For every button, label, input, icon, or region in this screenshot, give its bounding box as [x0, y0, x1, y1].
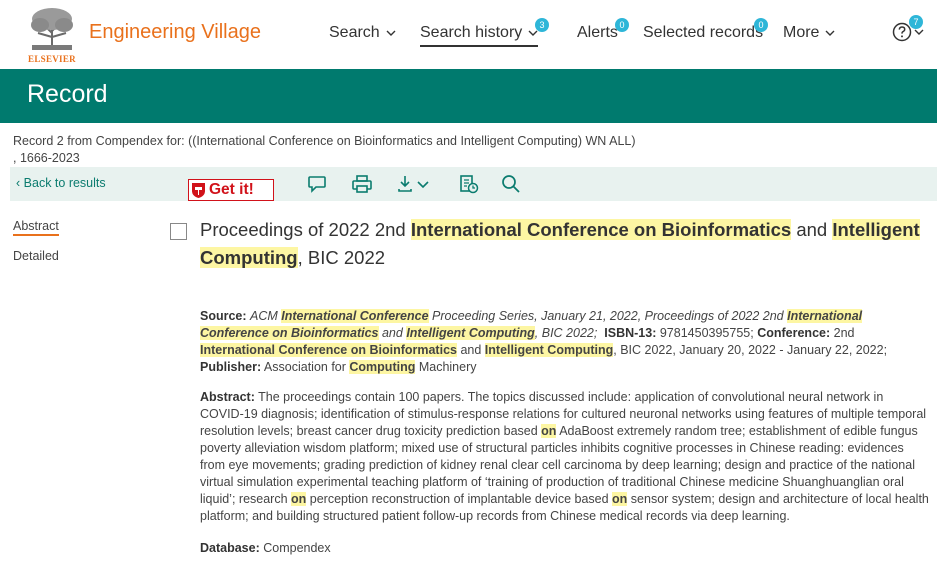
- elsevier-logo[interactable]: ELSEVIER: [25, 7, 79, 64]
- back-to-results-link[interactable]: ‹ Back to results: [16, 176, 106, 190]
- title-highlight: International Conference on Bioinformati…: [410, 219, 792, 240]
- page-header-band: Record: [0, 69, 937, 123]
- source-label: Source:: [200, 309, 247, 323]
- top-navigation: ELSEVIER Engineering Village Search Sear…: [0, 0, 937, 69]
- chevron-down-icon: [914, 29, 924, 35]
- search-history-count-badge: 3: [535, 18, 549, 32]
- isbn-value: 9781450395755;: [659, 326, 754, 340]
- publisher-text: Association for: [263, 360, 350, 374]
- nav-alerts[interactable]: Alerts: [577, 24, 618, 42]
- conference-text: , BIC 2022, January 20, 2022 - January 2…: [613, 343, 888, 357]
- nav-search-label: Search: [329, 24, 380, 41]
- select-record-checkbox[interactable]: [170, 223, 187, 240]
- nav-search-history-label: Search history: [420, 24, 523, 41]
- save-to-folder-icon[interactable]: [458, 173, 480, 195]
- chevron-down-icon: [825, 30, 835, 36]
- tree-logo-icon: [28, 7, 76, 51]
- help-count-badge: 7: [909, 15, 923, 29]
- chevron-left-icon: ‹: [16, 176, 21, 190]
- nav-search[interactable]: Search: [329, 24, 396, 42]
- conference-text: 2nd: [833, 326, 855, 340]
- source-text: ACM: [250, 309, 282, 323]
- record-toolbar: ‹ Back to results Get it!: [10, 167, 937, 201]
- get-it-button[interactable]: Get it!: [188, 179, 274, 201]
- conference-highlight: Intelligent Computing: [484, 343, 614, 357]
- source-highlight: International Conference: [281, 309, 429, 323]
- source-text: , BIC 2022;: [534, 326, 598, 340]
- brand-name[interactable]: Engineering Village: [89, 21, 261, 44]
- title-text: , BIC 2022: [297, 247, 386, 268]
- shield-icon: [192, 182, 205, 198]
- conference-text: and: [456, 343, 485, 357]
- nav-more[interactable]: More: [783, 24, 835, 42]
- publisher-highlight: Computing: [349, 360, 416, 374]
- source-text: and: [378, 326, 407, 340]
- page-title: Record: [27, 80, 108, 108]
- logo-wordmark: ELSEVIER: [28, 54, 76, 64]
- record-query-line-1: Record 2 from Compendex for: ((Internati…: [13, 134, 636, 148]
- title-text: and: [791, 219, 833, 240]
- selected-records-count-badge: 0: [754, 18, 768, 32]
- nav-alerts-label: Alerts: [577, 24, 618, 41]
- title-text: Proceedings of 2022 2nd: [200, 219, 411, 240]
- source-text: Proceeding Series, January 21, 2022,: [428, 309, 645, 323]
- conference-label: Conference:: [757, 326, 831, 340]
- back-to-results-label: Back to results: [23, 176, 106, 190]
- download-icon[interactable]: [396, 173, 436, 195]
- record-database: Database: Compendex: [200, 540, 930, 557]
- alerts-count-badge: 0: [615, 18, 629, 32]
- nav-search-history[interactable]: Search history: [420, 24, 539, 47]
- abstract-highlight: on: [612, 492, 628, 506]
- record-abstract: Abstract: The proceedings contain 100 pa…: [200, 389, 930, 525]
- publisher-label: Publisher:: [200, 360, 262, 374]
- tab-abstract[interactable]: Abstract: [13, 219, 59, 236]
- search-icon[interactable]: [500, 173, 522, 195]
- print-icon[interactable]: [351, 173, 373, 195]
- conference-highlight: International Conference on Bioinformati…: [200, 343, 457, 357]
- get-it-label: Get it!: [209, 181, 254, 198]
- tab-detailed[interactable]: Detailed: [13, 249, 59, 263]
- abstract-highlight: on: [541, 424, 557, 438]
- source-text: Proceedings of 2022 2nd: [644, 309, 788, 323]
- abstract-highlight: on: [291, 492, 307, 506]
- database-value: Compendex: [263, 541, 331, 555]
- record-source: Source: ACM International Conference Pro…: [200, 308, 930, 376]
- nav-selected-records[interactable]: Selected records: [643, 24, 763, 42]
- record-title[interactable]: Proceedings of 2022 2nd International Co…: [200, 216, 928, 272]
- chevron-down-icon: [528, 30, 538, 36]
- publisher-text: Machinery: [415, 360, 477, 374]
- comment-icon[interactable]: [306, 173, 328, 195]
- record-query-info: Record 2 from Compendex for: ((Internati…: [13, 133, 693, 167]
- abstract-text: perception reconstruction of implantable…: [306, 492, 613, 506]
- nav-more-label: More: [783, 24, 820, 41]
- nav-selected-records-label: Selected records: [643, 24, 764, 41]
- source-highlight: Intelligent Computing: [406, 326, 535, 340]
- chevron-down-icon: [386, 30, 396, 36]
- database-label: Database:: [200, 541, 260, 555]
- record-query-line-2: , 1666-2023: [13, 151, 80, 165]
- isbn-label: ISBN-13:: [604, 326, 657, 340]
- abstract-label: Abstract:: [200, 390, 255, 404]
